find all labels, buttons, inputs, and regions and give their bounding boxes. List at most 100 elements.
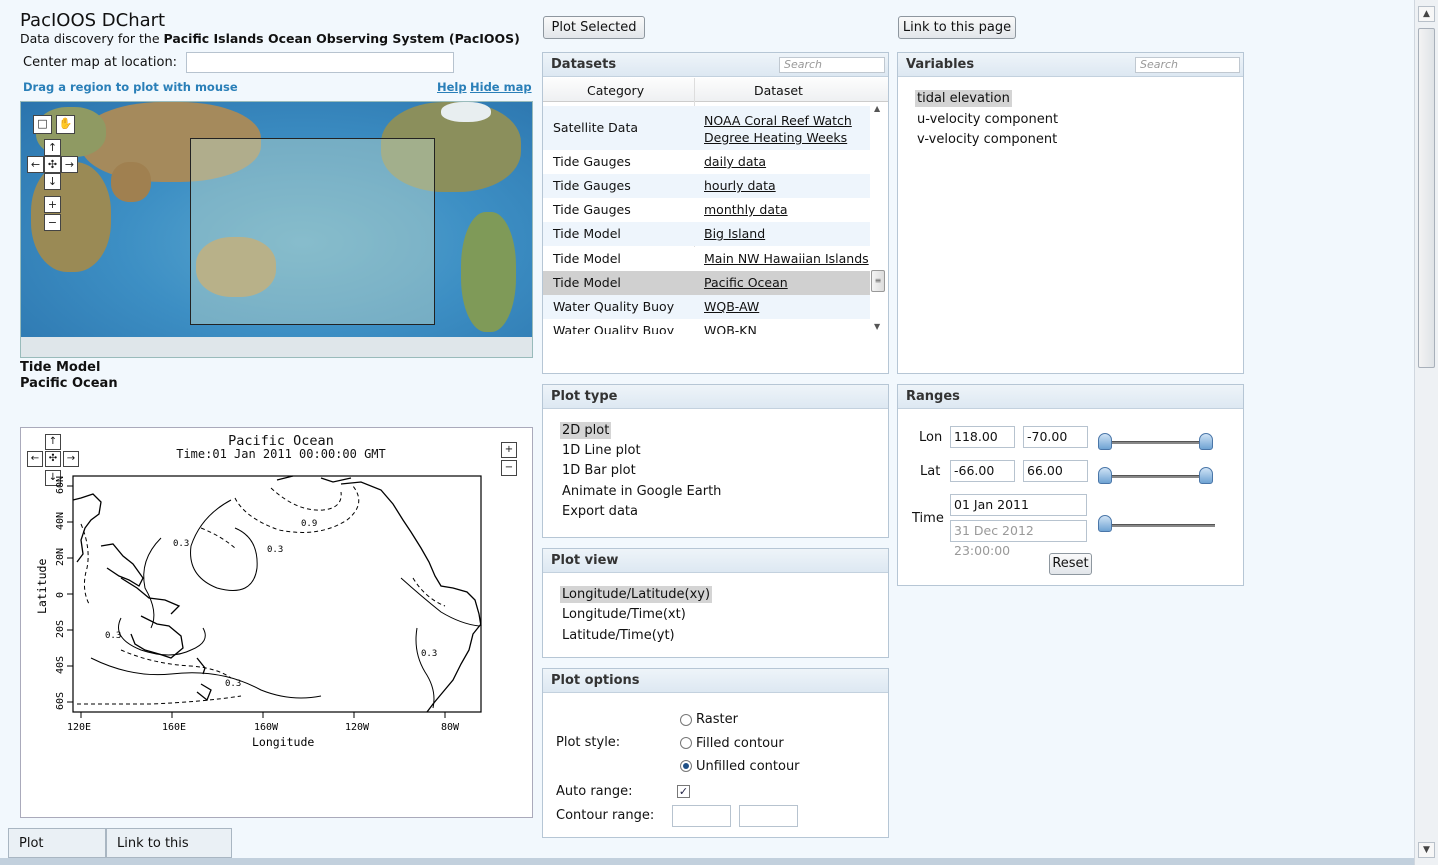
variables-search-input[interactable]: Search — [1135, 57, 1240, 73]
contour-label: 0.3 — [105, 631, 121, 641]
ranges-panel: Ranges Lon 118.00 -70.00 Lat -66.00 66.0… — [897, 384, 1244, 586]
plot-type-item[interactable]: 1D Bar plot — [560, 462, 638, 479]
plot-type-item[interactable]: Export data — [560, 503, 640, 520]
world-map[interactable]: □ ✋ ↑ ← ✣ → ↓ + − — [20, 101, 533, 358]
y-tick-label: 0 — [55, 592, 66, 598]
help-link[interactable]: Help — [437, 80, 467, 94]
hide-map-link[interactable]: Hide map — [470, 80, 532, 94]
map-land-south-america — [461, 212, 516, 332]
table-row[interactable]: Tide Model Main NW Hawaiian Islands — [543, 247, 870, 271]
row-category: Tide Gauges — [553, 178, 631, 193]
plot-type-item[interactable]: 1D Line plot — [560, 442, 643, 459]
table-row[interactable]: Water Quality Buoy WQB-KN — [543, 319, 870, 334]
table-row[interactable]: Tide Model Big Island — [543, 222, 870, 246]
tab-plot-selected[interactable]: Plot selected — [8, 828, 106, 858]
contour-max-input[interactable] — [739, 805, 798, 827]
column-header-category[interactable]: Category — [587, 83, 644, 98]
plot-view-item[interactable]: Longitude/Time(xt) — [560, 606, 688, 623]
pan-up-icon[interactable]: ↑ — [44, 139, 61, 156]
page-scroll-thumb[interactable] — [1418, 28, 1435, 368]
lon-min-input[interactable]: 118.00 — [950, 426, 1015, 448]
scroll-up-icon[interactable]: ▲ — [1418, 6, 1435, 22]
pan-right-icon[interactable]: → — [61, 156, 78, 173]
pan-hand-icon[interactable]: ✋ — [56, 115, 75, 134]
row-dataset-link[interactable]: NOAA Coral Reef Watch Degree Heating Wee… — [704, 112, 864, 146]
time-slider-handle[interactable] — [1098, 515, 1112, 532]
zoom-world-icon[interactable]: ✣ — [44, 156, 61, 173]
row-dataset-link[interactable]: hourly data — [704, 177, 776, 194]
lat-min-input[interactable]: -66.00 — [950, 460, 1015, 482]
datasets-header: Datasets Search — [543, 53, 888, 77]
lat-slider-track[interactable] — [1105, 475, 1213, 478]
lon-min-slider-handle[interactable] — [1098, 433, 1112, 450]
page-scrollbar[interactable]: ▲ ▼ — [1414, 0, 1438, 865]
datasets-search-input[interactable]: Search — [779, 57, 885, 73]
x-tick-label: 160E — [162, 722, 186, 733]
pan-down-icon[interactable]: ↓ — [44, 173, 61, 190]
table-row[interactable]: Tide Gauges hourly data — [543, 174, 870, 198]
pan-left-icon[interactable]: ← — [27, 156, 44, 173]
app-title: PacIOOS DChart — [20, 10, 166, 31]
plot-selected-button[interactable]: Plot Selected — [543, 16, 645, 39]
row-dataset-link[interactable]: WQB-AW — [704, 298, 759, 315]
variables-panel: Variables Search tidal elevation u-veloc… — [897, 52, 1244, 374]
contour-range-label: Contour range: — [556, 808, 655, 823]
plot-view-panel: Plot view Longitude/Latitude(xy) Longitu… — [542, 548, 889, 658]
filled-contour-label: Filled contour — [696, 736, 784, 751]
contour-min-input[interactable] — [672, 805, 731, 827]
datasets-scrollbar[interactable]: ▲ ≡ ▼ — [870, 102, 887, 334]
time-start-input[interactable]: 01 Jan 2011 00:00:00 — [950, 494, 1087, 532]
scroll-up-arrow-icon[interactable]: ▲ — [874, 104, 880, 113]
link-to-page-button[interactable]: Link to this page — [898, 16, 1016, 39]
row-dataset-link[interactable]: monthly data — [704, 201, 788, 218]
lon-max-slider-handle[interactable] — [1199, 433, 1213, 450]
table-row[interactable]: Tide Gauges monthly data — [543, 198, 870, 222]
row-category: Tide Model — [553, 251, 621, 266]
zoom-in-icon[interactable]: + — [44, 196, 61, 213]
y-tick-label: 60S — [55, 692, 66, 710]
app-subtitle: Data discovery for the Pacific Islands O… — [20, 31, 520, 46]
table-row[interactable]: Tide Gauges daily data — [543, 150, 870, 174]
row-dataset-link[interactable]: Big Island — [704, 225, 765, 242]
table-row[interactable]: Satellite Data NOAA Coral Reef Watch Degr… — [543, 106, 870, 150]
filled-contour-radio[interactable] — [680, 737, 692, 749]
column-header-dataset[interactable]: Dataset — [754, 83, 803, 98]
row-dataset-link[interactable]: Pacific Ocean — [704, 274, 788, 291]
plot-type-item[interactable]: Animate in Google Earth — [560, 483, 723, 500]
lat-max-input[interactable]: 66.00 — [1023, 460, 1088, 482]
selected-dataset-label: Tide Model Pacific Ocean — [20, 360, 118, 392]
plot-options-panel: Plot options Plot style: Raster Filled c… — [542, 668, 889, 838]
variable-item-selected[interactable]: tidal elevation — [915, 90, 1012, 107]
auto-range-checkbox[interactable]: ✓ — [677, 785, 690, 798]
time-end-input[interactable]: 31 Dec 2012 23:00:00 — [950, 520, 1087, 558]
lon-max-input[interactable]: -70.00 — [1023, 426, 1088, 448]
map-selection-box[interactable] — [190, 138, 435, 325]
plot-view-item-selected[interactable]: Longitude/Latitude(xy) — [560, 586, 713, 603]
zoom-out-icon[interactable]: − — [44, 214, 61, 231]
variable-item[interactable]: u-velocity component — [915, 111, 1060, 128]
row-dataset-link[interactable]: WQB-KN — [704, 322, 757, 334]
unfilled-contour-radio[interactable] — [680, 760, 692, 772]
lon-label: Lon — [919, 430, 943, 445]
raster-radio[interactable] — [680, 714, 692, 726]
plot-view-item[interactable]: Latitude/Time(yt) — [560, 627, 677, 644]
scroll-down-icon[interactable]: ▼ — [1418, 842, 1435, 858]
lat-max-slider-handle[interactable] — [1199, 467, 1213, 484]
scroll-down-arrow-icon[interactable]: ▼ — [874, 322, 880, 331]
plot-type-item-selected[interactable]: 2D plot — [560, 422, 612, 439]
table-row-selected[interactable]: Tide Model Pacific Ocean — [543, 271, 870, 295]
row-dataset-link[interactable]: Main NW Hawaiian Islands — [704, 250, 869, 267]
y-tick-label: 20N — [55, 548, 66, 566]
box-select-icon[interactable]: □ — [33, 115, 52, 134]
lon-slider-track[interactable] — [1105, 441, 1213, 444]
row-dataset-link[interactable]: daily data — [704, 153, 766, 170]
time-slider-track[interactable] — [1105, 524, 1215, 527]
lat-min-slider-handle[interactable] — [1098, 467, 1112, 484]
variable-item[interactable]: v-velocity component — [915, 131, 1059, 148]
y-axis-label: Latitude — [35, 559, 49, 614]
center-map-input[interactable] — [186, 52, 454, 73]
table-row[interactable]: Water Quality Buoy WQB-AW — [543, 295, 870, 319]
reset-button[interactable]: Reset — [1049, 553, 1092, 575]
datasets-scroll-thumb[interactable]: ≡ — [871, 270, 885, 292]
tab-link-to-page[interactable]: Link to this page — [106, 828, 232, 858]
